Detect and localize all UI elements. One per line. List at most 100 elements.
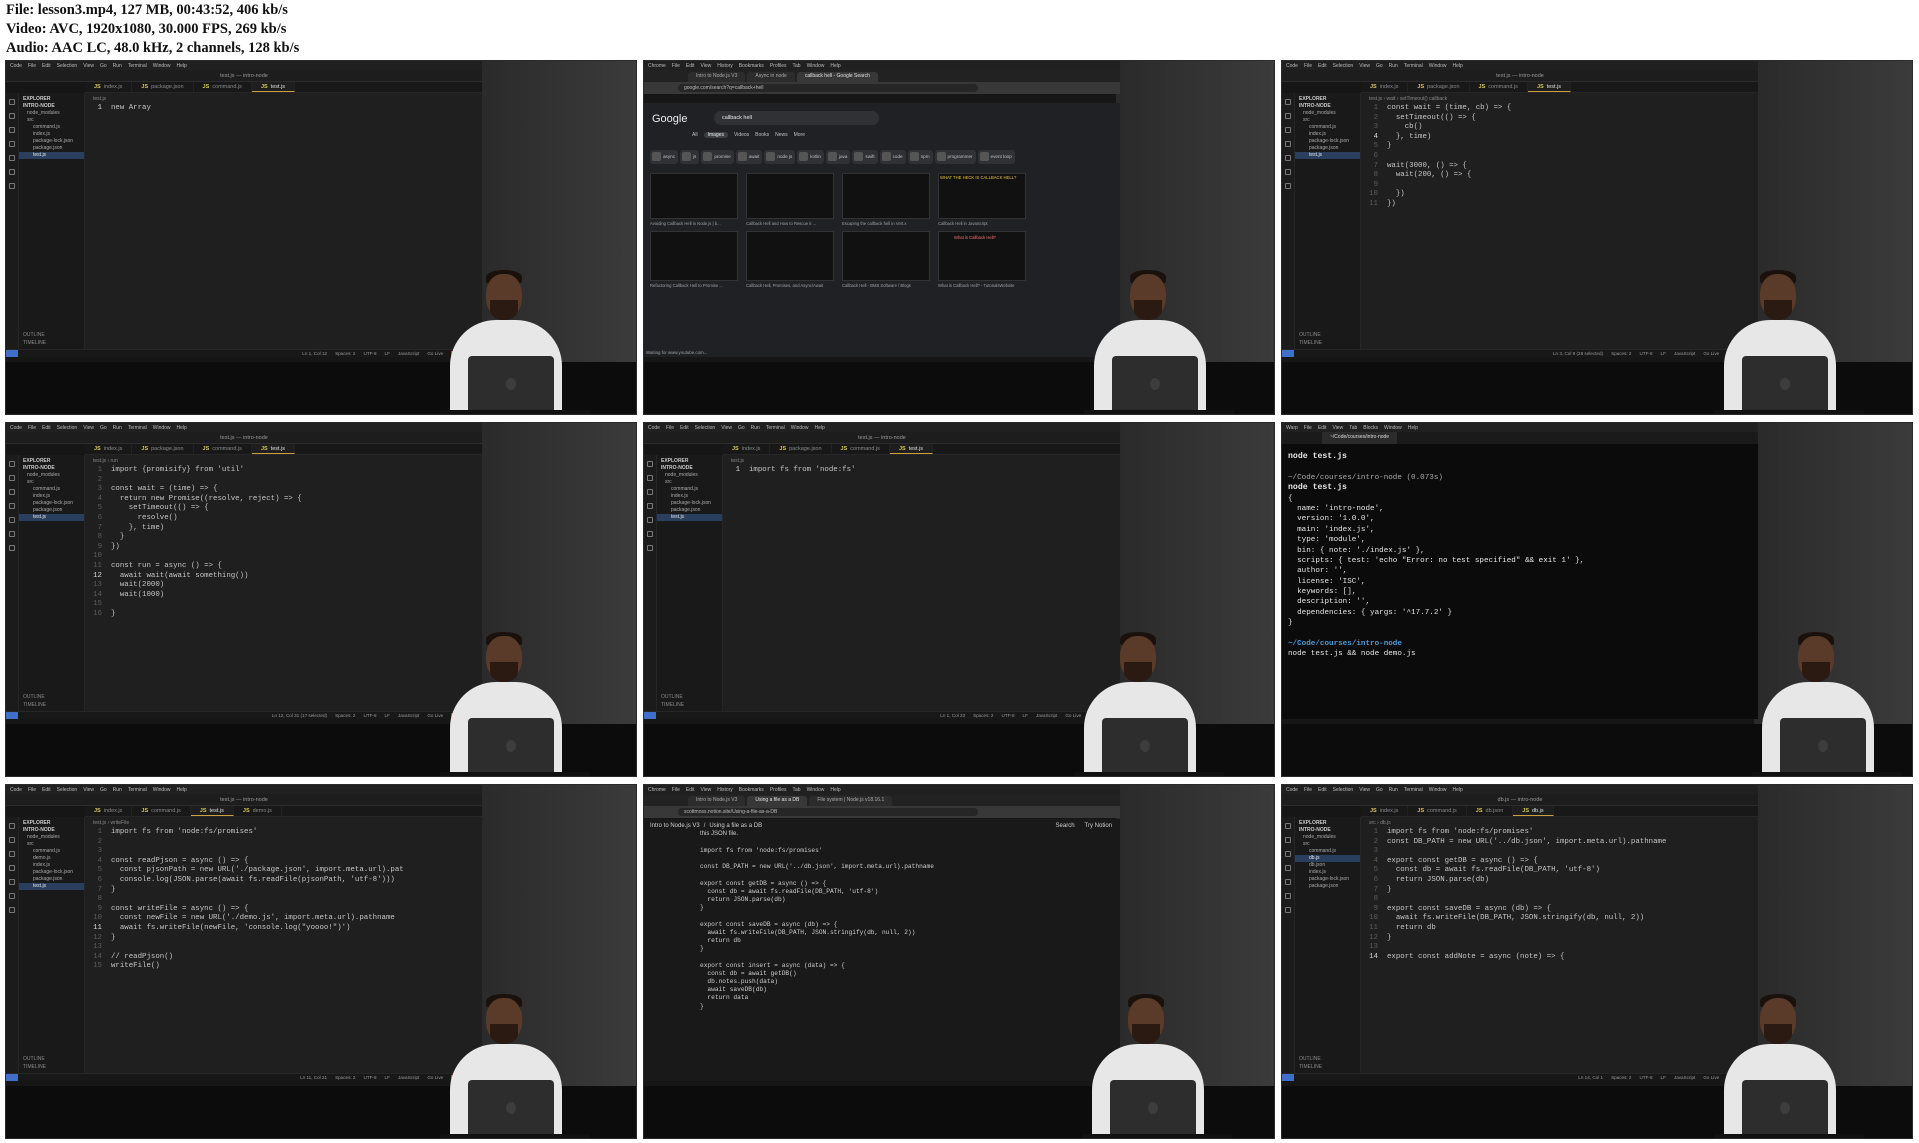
explorer-root[interactable]: INTRO-NODE — [1295, 827, 1360, 834]
editor-tab[interactable]: JS package.json — [1408, 82, 1470, 92]
explorer-file[interactable]: command.js — [1295, 848, 1360, 855]
explorer-file[interactable]: src — [19, 841, 84, 848]
filter-chip[interactable]: node js — [764, 150, 796, 164]
explorer-file[interactable]: test.js — [19, 152, 84, 159]
video-frame[interactable]: Warp File Edit View Tab Blocks Window Help ~/Cod… — [1281, 422, 1913, 777]
menu-item[interactable]: Go — [738, 425, 745, 431]
search-icon[interactable] — [9, 113, 15, 119]
image-result[interactable] — [650, 173, 738, 219]
cursor-position[interactable]: Ln 14, Col 1 — [1578, 1075, 1603, 1080]
outline-panel[interactable]: OUTLINE — [23, 1055, 46, 1063]
cursor-position[interactable]: Ln 1, Col 12 — [302, 351, 327, 356]
outline-panel[interactable]: OUTLINE — [23, 693, 46, 701]
outline-panel[interactable]: OUTLINE — [661, 693, 684, 701]
menu-item[interactable]: View — [700, 63, 711, 69]
menu-item[interactable]: Window — [807, 787, 825, 793]
image-caption[interactable]: What is Callback Hell? - TutorialsWebsit… — [938, 283, 1026, 289]
menu-item[interactable]: Go — [100, 425, 107, 431]
timeline-panel[interactable]: TIMELINE — [1299, 339, 1322, 347]
editor-tab[interactable]: JS index.js — [85, 82, 133, 92]
browser-tab[interactable]: File system | Node.js v18.16.1 — [809, 796, 893, 806]
menu-item[interactable]: Window — [1384, 425, 1402, 431]
editor-tab[interactable]: JS package.json — [132, 82, 194, 92]
editor-tab[interactable]: JS test.js — [889, 444, 934, 454]
code-editor[interactable]: test.js 1 new Array — [85, 93, 482, 349]
menu-item[interactable]: Run — [1389, 787, 1398, 793]
extensions-icon[interactable] — [9, 879, 15, 885]
menu-item[interactable]: File — [666, 425, 674, 431]
browser-tab[interactable]: Async in node — [747, 72, 795, 82]
menu-item[interactable]: Terminal — [1404, 63, 1423, 69]
run-debug-icon[interactable] — [9, 503, 15, 509]
browser-tab[interactable]: Intro to Node.js V3 — [688, 796, 746, 806]
menu-item[interactable]: Terminal — [128, 425, 147, 431]
source-control-icon[interactable] — [9, 851, 15, 857]
menu-item[interactable]: Tab — [793, 787, 801, 793]
status-spaces[interactable]: Spaces: 2 — [1611, 351, 1631, 356]
menu-item[interactable]: Window — [1429, 787, 1447, 793]
files-icon[interactable] — [9, 461, 15, 467]
editor-tab[interactable]: JS test.js — [251, 82, 296, 92]
status-golive[interactable]: Go Live — [427, 1075, 443, 1080]
menu-item[interactable]: View — [83, 787, 94, 793]
explorer-file[interactable]: src — [19, 479, 84, 486]
menu-item[interactable]: Terminal — [128, 787, 147, 793]
explorer-file[interactable]: command.js — [1295, 124, 1360, 131]
explorer-file[interactable]: package.json — [1295, 145, 1360, 152]
remote-icon[interactable] — [9, 531, 15, 537]
menu-item[interactable]: Tab — [1349, 425, 1357, 431]
terminal-tab[interactable]: ~/Code/courses/intro-node — [1322, 432, 1398, 444]
search-icon[interactable] — [9, 837, 15, 843]
video-frame[interactable]: Code File Edit Selection View Go Run Terminal Wi… — [643, 422, 1275, 777]
extensions-icon[interactable] — [9, 155, 15, 161]
explorer-file[interactable]: index.js — [19, 862, 84, 869]
image-caption[interactable]: Callback Hell and How to Rescue it ... — [746, 221, 834, 227]
menu-item[interactable]: Selection — [57, 63, 78, 69]
account-icon[interactable] — [647, 545, 653, 551]
notion-page-title[interactable]: Intro to Node.js V3 — [650, 823, 700, 829]
search-icon[interactable] — [1285, 837, 1291, 843]
menu-item[interactable]: Go — [100, 63, 107, 69]
remote-icon[interactable] — [1285, 169, 1291, 175]
search-icon[interactable] — [647, 475, 653, 481]
explorer-file[interactable]: package.json — [19, 507, 84, 514]
image-caption[interactable]: Callback Hell in JavaScript — [938, 221, 1026, 227]
status-language[interactable]: JavaScript — [1674, 1075, 1695, 1080]
remote-indicator[interactable] — [1282, 1074, 1294, 1081]
filter-chip[interactable]: async — [650, 150, 679, 164]
remote-icon[interactable] — [9, 893, 15, 899]
menu-item[interactable]: Code — [10, 425, 22, 431]
menu-item[interactable]: Profiles — [770, 63, 787, 69]
menu-item[interactable]: Help — [1408, 425, 1418, 431]
explorer-file[interactable]: node_modules — [19, 472, 84, 479]
menu-item[interactable]: Edit — [1318, 425, 1327, 431]
run-debug-icon[interactable] — [1285, 141, 1291, 147]
menu-item[interactable]: View — [83, 63, 94, 69]
image-result[interactable] — [842, 231, 930, 281]
menu-item[interactable]: Edit — [42, 425, 51, 431]
explorer-file[interactable]: test.js — [19, 514, 84, 521]
explorer-file[interactable]: package-lock.json — [19, 869, 84, 876]
explorer-file[interactable]: index.js — [657, 493, 722, 500]
explorer-file[interactable]: package-lock.json — [19, 138, 84, 145]
filter-chip[interactable]: kotlin — [797, 150, 824, 164]
menu-item[interactable]: File — [1304, 425, 1312, 431]
extensions-icon[interactable] — [1285, 879, 1291, 885]
explorer-file[interactable]: package-lock.json — [1295, 876, 1360, 883]
browser-tab[interactable]: Intro to Node.js V3 — [688, 72, 746, 82]
explorer-file[interactable]: node_modules — [657, 472, 722, 479]
menu-item[interactable]: Selection — [57, 425, 78, 431]
editor-tab[interactable]: JS index.js — [723, 444, 771, 454]
editor-tab[interactable]: JS command.js — [1408, 806, 1467, 816]
menu-item[interactable]: Edit — [42, 63, 51, 69]
editor-tab[interactable]: JS test.js — [1527, 82, 1572, 92]
menu-item[interactable]: Help — [830, 63, 840, 69]
explorer-file[interactable]: command.js — [19, 124, 84, 131]
extensions-icon[interactable] — [647, 517, 653, 523]
files-icon[interactable] — [1285, 823, 1291, 829]
menu-item[interactable]: Run — [113, 787, 122, 793]
explorer-file[interactable]: db.json — [1295, 862, 1360, 869]
editor-tab[interactable]: JS test.js — [251, 444, 296, 454]
timeline-panel[interactable]: TIMELINE — [23, 339, 46, 347]
browser-tab[interactable]: callback hell - Google Search — [796, 72, 878, 82]
